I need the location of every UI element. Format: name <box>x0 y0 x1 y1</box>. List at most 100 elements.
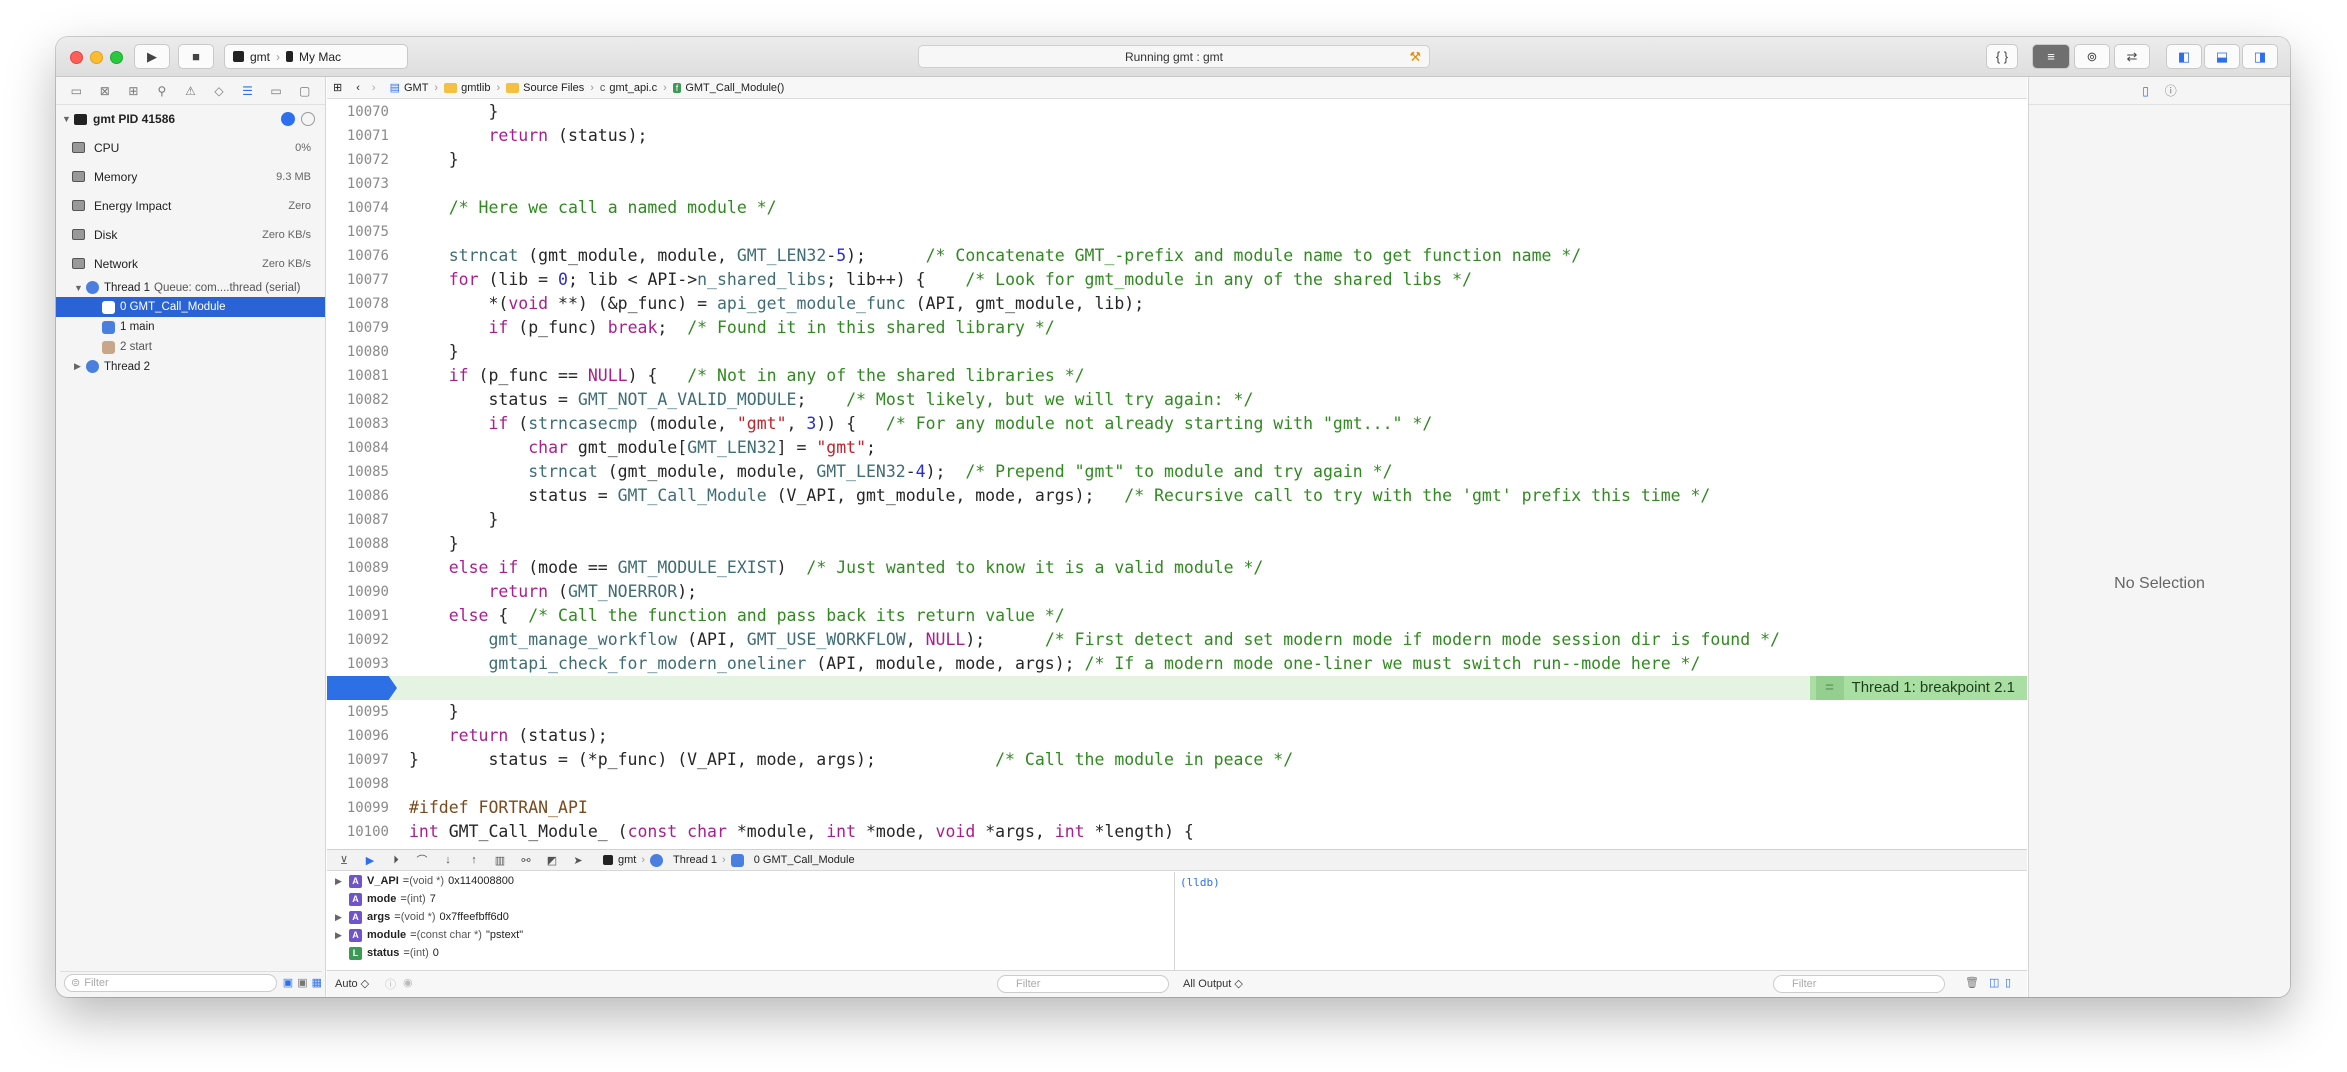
help-inspector-icon[interactable]: ⓘ <box>2165 82 2177 99</box>
breadcrumb-group[interactable]: Source Files › <box>506 82 596 94</box>
thread-row[interactable]: ▶ Thread 2 <box>56 357 325 376</box>
threads-toggle-icon[interactable]: ▣ <box>297 976 307 989</box>
hide-debug-area-icon[interactable]: ⊻ <box>337 853 351 867</box>
step-out-icon[interactable]: ↑ <box>467 853 481 867</box>
gauge-row[interactable]: Energy Impact Zero <box>56 191 325 220</box>
gauge-icon <box>72 200 85 211</box>
gauge-label: CPU <box>94 140 120 155</box>
app-icon <box>233 51 244 62</box>
variable-row[interactable]: ▶ A V_API = (void *) 0x114008800 <box>327 872 1174 890</box>
breakpoint-icon[interactable]: ▭ <box>267 82 285 100</box>
queue-mode-icon[interactable] <box>301 112 315 126</box>
stack-frame-row[interactable]: 2 start <box>56 337 325 357</box>
symbol-icon[interactable]: ⊞ <box>124 82 142 100</box>
gauge-row[interactable]: CPU 0% <box>56 133 325 162</box>
stop-button[interactable]: ■ <box>178 44 214 69</box>
related-items-icon[interactable]: ⊞ <box>333 81 342 94</box>
forward-arrow-icon[interactable]: › <box>372 82 376 94</box>
filter-placeholder: Filter <box>84 976 109 989</box>
variable-row[interactable]: Amode = (int) 7 <box>327 890 1174 908</box>
info-icon[interactable]: ⓘ <box>385 976 396 992</box>
back-arrow-icon[interactable]: ‹ <box>356 82 360 94</box>
step-into-icon[interactable]: ↓ <box>441 853 455 867</box>
minimize-window-button[interactable] <box>90 51 103 64</box>
source-control-icon[interactable]: ⊠ <box>96 82 114 100</box>
toggle-navigator-button[interactable]: ◧ <box>2166 44 2202 69</box>
play-icon: ▶ <box>147 48 157 64</box>
frames-toggle-icon[interactable]: ▦ <box>312 976 322 989</box>
step-over-icon[interactable]: ⌒ <box>415 853 429 867</box>
breakpoints-toggle-icon[interactable]: ▶ <box>363 853 377 867</box>
chevron-right-icon: › <box>434 81 439 94</box>
breadcrumb-project[interactable]: ▤ GMT › <box>390 81 441 95</box>
scheme-selector[interactable]: gmt › My Mac <box>224 44 408 69</box>
test-icon[interactable]: ◇ <box>210 82 228 100</box>
activity-viewer: Running gmt : gmt ⚒ <box>918 45 1430 68</box>
folder-icon <box>444 82 458 93</box>
split-view-icon[interactable]: ◫ <box>1989 976 1999 989</box>
environment-overrides-icon[interactable]: ◩ <box>545 853 559 867</box>
console-only-icon[interactable]: ▯ <box>2005 976 2011 989</box>
disclosure-open-icon[interactable]: ▼ <box>62 114 74 124</box>
find-icon[interactable]: ⚲ <box>153 82 171 100</box>
disclosure-closed-icon[interactable]: ▶ <box>335 876 349 887</box>
navigator-filter-field[interactable]: ⊜ Filter <box>64 973 277 992</box>
variables-scope-popup[interactable]: Auto ◇ <box>335 977 369 990</box>
view-hierarchy-icon[interactable]: ▥ <box>493 853 507 867</box>
gauge-mode-icon[interactable] <box>281 112 295 126</box>
assistant-editor-button[interactable]: ⊚ <box>2074 44 2110 69</box>
folder-icon[interactable]: ▭ <box>67 82 85 100</box>
issue-icon[interactable]: ⚠ <box>181 82 199 100</box>
console-output-popup[interactable]: All Output ◇ <box>1183 977 1243 990</box>
disclosure-closed-icon[interactable]: ▶ <box>335 912 349 923</box>
variable-row[interactable]: ▶ Amodule = (const char *) "pstext" <box>327 926 1174 944</box>
variable-name: args <box>367 911 391 923</box>
variable-type: (const char *) <box>416 929 482 941</box>
run-button[interactable]: ▶ <box>134 44 170 69</box>
standard-editor-button[interactable]: ≡ <box>2032 44 2070 69</box>
breadcrumb-file[interactable]: c gmt_api.c › <box>600 82 669 94</box>
breadcrumb-label: gmt_api.c <box>609 81 658 94</box>
disclosure-open-icon[interactable]: ▼ <box>74 283 86 293</box>
breadcrumb-group[interactable]: gmtlib › <box>444 82 502 94</box>
variable-value: 7 <box>429 893 436 905</box>
continue-icon[interactable]: ⏵ <box>389 853 403 867</box>
memory-graph-icon[interactable]: ⚯ <box>519 853 533 867</box>
variable-type: (void *) <box>409 875 445 887</box>
gauge-row[interactable]: Disk Zero KB/s <box>56 220 325 249</box>
process-row[interactable]: ▼ gmt PID 41586 <box>56 105 325 133</box>
stack-frame-row[interactable]: 1 main <box>56 317 325 337</box>
stack-frame-row[interactable]: 0 GMT_Call_Module <box>56 297 325 317</box>
library-button[interactable]: { } <box>1986 44 2018 69</box>
version-editor-button[interactable]: ⇄ <box>2114 44 2150 69</box>
simulate-location-icon[interactable]: ➤ <box>571 853 585 867</box>
variables-filter-field[interactable]: Filter <box>997 975 1169 993</box>
gauge-row[interactable]: Memory 9.3 MB <box>56 162 325 191</box>
disclosure-closed-icon[interactable]: ▶ <box>74 361 86 372</box>
debug-crumb-frame[interactable]: 0 GMT_Call_Module <box>754 854 855 866</box>
debug-icon[interactable]: ☰ <box>239 82 257 100</box>
close-window-button[interactable] <box>70 51 83 64</box>
disclosure-closed-icon[interactable]: ▶ <box>335 930 349 941</box>
quicklook-icon[interactable]: ◉ <box>403 976 413 989</box>
variable-row[interactable]: ▶ Aargs = (void *) 0x7ffeefbff6d0 <box>327 908 1174 926</box>
console-view[interactable]: (lldb) <box>1176 872 2027 970</box>
thread-row[interactable]: ▼ Thread 1 Queue: com....thread (serial) <box>56 278 325 297</box>
toggle-inspector-button[interactable]: ◨ <box>2242 44 2278 69</box>
breakpoint-arrow[interactable] <box>327 676 397 700</box>
toggle-debug-area-button[interactable]: ⬓ <box>2204 44 2240 69</box>
console-filter-field[interactable]: Filter <box>1773 975 1945 993</box>
debug-crumb-thread[interactable]: Thread 1 <box>673 854 717 866</box>
crashed-only-toggle-icon[interactable]: ▣ <box>283 976 293 989</box>
report-icon[interactable]: ▢ <box>296 82 314 100</box>
source-editor[interactable]: 10070 } 10071 return (status); 10072 } 1… <box>327 100 2027 848</box>
breakpoint-annotation[interactable]: = Thread 1: breakpoint 2.1 <box>1809 676 2027 700</box>
debug-crumb-process[interactable]: gmt <box>618 854 636 866</box>
trash-icon[interactable]: 🗑 <box>1965 976 1979 989</box>
zoom-window-button[interactable] <box>110 51 123 64</box>
breadcrumb-function[interactable]: f GMT_Call_Module() <box>672 82 784 94</box>
variable-row[interactable]: Lstatus = (int) 0 <box>327 944 1174 962</box>
bottom-panel-icon: ⬓ <box>2215 48 2229 64</box>
file-inspector-icon[interactable]: ▯ <box>2142 84 2149 98</box>
gauge-row[interactable]: Network Zero KB/s <box>56 249 325 278</box>
